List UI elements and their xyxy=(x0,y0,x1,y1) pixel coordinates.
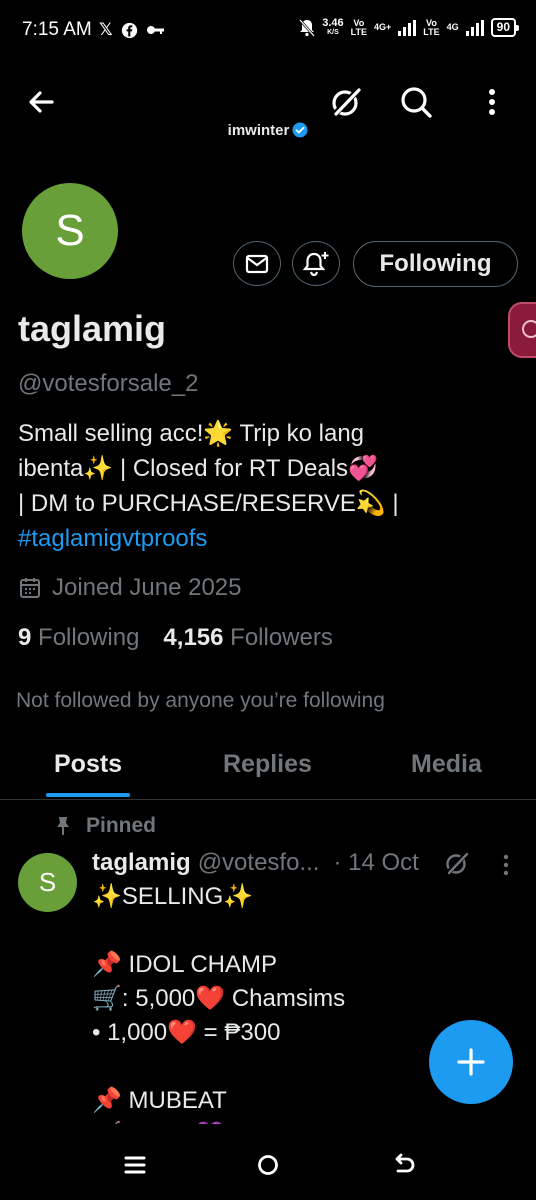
back-icon[interactable] xyxy=(388,1150,418,1180)
bio-line: Small selling acc!🌟 Trip ko lang xyxy=(18,420,365,447)
header-title: imwinter xyxy=(0,122,536,139)
battery-icon: 90 xyxy=(490,18,520,37)
signal-gen-2: 4G xyxy=(446,22,459,32)
post-author-handle[interactable]: @votesfo... xyxy=(198,849,320,877)
more-vertical-icon[interactable] xyxy=(492,851,520,879)
display-name: taglamig xyxy=(18,308,167,349)
back-arrow-icon[interactable] xyxy=(24,84,60,120)
joined-date: Joined June 2025 xyxy=(18,574,242,602)
grok-icon[interactable] xyxy=(328,84,364,120)
profile-avatar[interactable]: S xyxy=(22,183,118,279)
tab-replies[interactable]: Replies xyxy=(223,750,312,779)
floating-bubble[interactable] xyxy=(508,302,536,358)
tab-posts[interactable]: Posts xyxy=(54,750,122,779)
volte-indicator-1: Vo LTE xyxy=(350,17,368,37)
more-vertical-icon[interactable] xyxy=(474,84,510,120)
signal-bars-2 xyxy=(465,19,484,36)
x-app-icon: 𝕏 xyxy=(99,20,113,39)
post-date[interactable]: · 14 Oct xyxy=(333,849,418,877)
signal-gen-1: 4G+ xyxy=(374,22,392,32)
network-speed: 3.46 K/S xyxy=(322,16,344,36)
pin-icon xyxy=(57,817,69,835)
user-handle: @votesforsale_2 xyxy=(18,370,199,397)
not-followed-note: Not followed by anyone you’re following xyxy=(16,689,385,712)
mail-icon xyxy=(245,254,269,273)
signal-bars-1 xyxy=(398,19,417,36)
top-nav xyxy=(0,78,536,126)
compose-button[interactable] xyxy=(429,1020,513,1104)
grok-icon[interactable] xyxy=(443,849,471,877)
search-icon[interactable] xyxy=(398,84,434,120)
bubble-icon xyxy=(522,320,536,338)
system-nav-bar xyxy=(0,1130,536,1200)
mute-bell-icon xyxy=(299,18,316,37)
following-link[interactable]: 9 Following xyxy=(18,624,139,652)
calendar-icon xyxy=(20,578,40,598)
facebook-icon xyxy=(121,22,137,38)
tab-media[interactable]: Media xyxy=(411,750,482,779)
follow-counts: 9 Following 4,156 Followers xyxy=(18,624,333,652)
followers-link[interactable]: 4,156 Followers xyxy=(163,624,332,652)
volte-indicator-2: Vo LTE xyxy=(423,17,440,37)
bio-line: | DM to PURCHASE/RESERVE💫 | xyxy=(18,490,399,517)
profile-tabs: Posts Replies Media xyxy=(0,730,536,800)
post-avatar[interactable]: S xyxy=(18,853,77,912)
pinned-label: Pinned xyxy=(54,814,156,838)
vpn-key-icon xyxy=(146,26,164,34)
following-button[interactable]: Following xyxy=(353,241,518,287)
joined-text: Joined June 2025 xyxy=(52,574,242,601)
active-tab-indicator xyxy=(46,793,130,797)
profile-bio: Small selling acc!🌟 Trip ko lang ibenta✨… xyxy=(18,416,438,556)
post-body[interactable]: ✨SELLING✨ 📌 IDOL CHAMP 🛒: 5,000❤️ Chamsi… xyxy=(92,880,422,1124)
post-author-name[interactable]: taglamig xyxy=(92,849,191,877)
status-bar: 7:15 AM 𝕏 3.46 K/S Vo LTE 4G+ Vo LTE 4G 90 xyxy=(0,0,536,60)
home-icon[interactable] xyxy=(253,1150,283,1180)
bio-hashtag-link[interactable]: #taglamigvtproofs xyxy=(18,521,438,556)
notifications-button[interactable] xyxy=(292,241,340,286)
verified-badge-icon xyxy=(292,122,308,138)
plus-icon xyxy=(457,1048,485,1076)
message-button[interactable] xyxy=(233,241,281,286)
status-time: 7:15 AM xyxy=(22,19,92,40)
bio-line: ibenta✨ | Closed for RT Deals💞 xyxy=(18,455,378,482)
bell-plus-icon xyxy=(302,251,329,276)
post-header: taglamig @votesfo... · 14 Oct xyxy=(92,849,419,877)
recent-apps-icon[interactable] xyxy=(120,1150,150,1180)
